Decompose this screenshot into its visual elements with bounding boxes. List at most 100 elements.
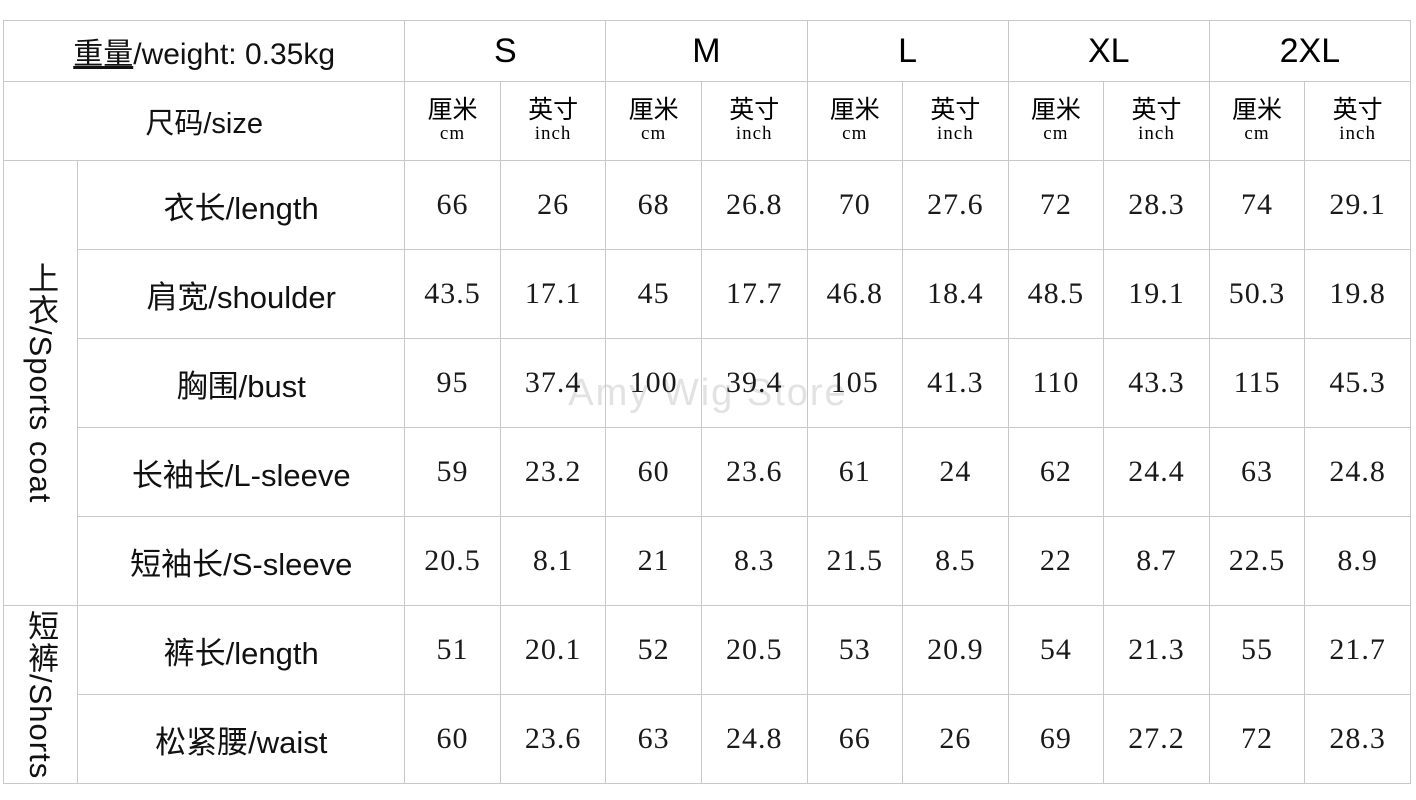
value-cell: 17.7 xyxy=(700,249,808,339)
value-cell: 50.3 xyxy=(1208,249,1306,339)
value-cell: 72 xyxy=(1007,160,1105,250)
value-cell: 74 xyxy=(1208,160,1306,250)
value-cell: 95 xyxy=(404,338,501,428)
size-header-m: M xyxy=(605,20,808,82)
value-cell: 41.3 xyxy=(902,338,1009,428)
value-cell: 8.1 xyxy=(499,516,607,606)
value-cell: 18.4 xyxy=(902,249,1009,339)
unit-cn-label: 厘米 xyxy=(1030,96,1081,124)
group-label-shorts: 短裤/Shorts xyxy=(2,605,79,784)
value-cell: 69 xyxy=(1007,694,1105,784)
value-cell: 29.1 xyxy=(1304,160,1411,250)
table-row: 短袖长/S-sleeve 20.5 8.1 21 8.3 21.5 8.5 22… xyxy=(4,516,1411,606)
unit-header-l-inch: 英寸 inch xyxy=(902,81,1009,161)
table-row: 松紧腰/waist 60 23.6 63 24.8 66 26 69 27.2 … xyxy=(4,694,1411,784)
value-cell: 26 xyxy=(902,694,1009,784)
unit-en-label: inch xyxy=(534,123,572,145)
value-cell: 110 xyxy=(1007,338,1105,428)
unit-en-label: cm xyxy=(1244,123,1270,145)
size-header-l: L xyxy=(806,20,1009,82)
unit-header-2xl-inch: 英寸 inch xyxy=(1304,81,1411,161)
unit-en-label: cm xyxy=(641,123,667,145)
unit-header-s-cm: 厘米 cm xyxy=(404,81,501,161)
value-cell: 20.9 xyxy=(902,605,1009,695)
measure-label: 胸围/bust xyxy=(77,338,406,428)
value-cell: 26 xyxy=(499,160,607,250)
value-cell: 46.8 xyxy=(806,249,904,339)
unit-cn-label: 厘米 xyxy=(427,96,478,124)
value-cell: 48.5 xyxy=(1007,249,1105,339)
unit-header-2xl-cm: 厘米 cm xyxy=(1208,81,1306,161)
value-cell: 59 xyxy=(404,427,501,517)
value-cell: 43.3 xyxy=(1103,338,1210,428)
unit-cn-label: 英寸 xyxy=(1131,96,1182,124)
table-header-row-units: 尺码/size 厘米 cm 英寸 inch 厘米 cm 英寸 inch 厘米 c… xyxy=(2,81,1411,161)
size-header-xl: XL xyxy=(1007,20,1210,82)
value-cell: 105 xyxy=(806,338,904,428)
value-cell: 19.8 xyxy=(1304,249,1411,339)
value-cell: 28.3 xyxy=(1304,694,1411,784)
value-cell: 21.7 xyxy=(1304,605,1411,695)
value-cell: 37.4 xyxy=(499,338,607,428)
value-cell: 20.5 xyxy=(700,605,808,695)
value-cell: 20.1 xyxy=(499,605,607,695)
value-cell: 51 xyxy=(404,605,501,695)
weight-label-cn: 重量 xyxy=(73,38,134,71)
table-row: 短裤/Shorts 裤长/length 51 20.1 52 20.5 53 2… xyxy=(2,605,1411,784)
value-cell: 23.6 xyxy=(499,694,607,784)
unit-header-l-cm: 厘米 cm xyxy=(806,81,904,161)
unit-en-label: inch xyxy=(1138,123,1175,145)
value-cell: 20.5 xyxy=(404,516,501,606)
unit-header-xl-cm: 厘米 cm xyxy=(1007,81,1105,161)
value-cell: 54 xyxy=(1007,605,1105,695)
value-cell: 24.4 xyxy=(1103,427,1210,517)
unit-header-m-inch: 英寸 inch xyxy=(700,81,808,161)
value-cell: 27.6 xyxy=(902,160,1009,250)
value-cell: 8.7 xyxy=(1103,516,1210,606)
size-chart-root: Amy Wig Store 重量/weight: 0.35kg S M L XL… xyxy=(0,0,1416,800)
unit-cn-label: 英寸 xyxy=(1332,96,1383,124)
value-cell: 8.3 xyxy=(700,516,808,606)
value-cell: 8.9 xyxy=(1304,516,1411,606)
value-cell: 62 xyxy=(1007,427,1105,517)
value-cell: 43.5 xyxy=(404,249,501,339)
value-cell: 24 xyxy=(902,427,1009,517)
value-cell: 45.3 xyxy=(1304,338,1411,428)
unit-cn-label: 英寸 xyxy=(528,96,579,124)
value-cell: 61 xyxy=(806,427,904,517)
value-cell: 22 xyxy=(1007,516,1105,606)
value-cell: 23.2 xyxy=(499,427,607,517)
value-cell: 55 xyxy=(1208,605,1306,695)
unit-en-label: cm xyxy=(439,123,466,145)
value-cell: 22.5 xyxy=(1208,516,1306,606)
unit-cn-label: 英寸 xyxy=(729,96,780,124)
measure-label: 长袖长/L-sleeve xyxy=(77,427,406,517)
value-cell: 28.3 xyxy=(1103,160,1210,250)
size-header-2xl: 2XL xyxy=(1208,20,1412,82)
value-cell: 72 xyxy=(1208,694,1306,784)
weight-label-rest: /weight: 0.35kg xyxy=(133,38,336,71)
value-cell: 21 xyxy=(605,516,702,606)
value-cell: 68 xyxy=(605,160,702,250)
unit-cn-label: 厘米 xyxy=(1232,96,1283,124)
value-cell: 60 xyxy=(605,427,702,517)
value-cell: 70 xyxy=(806,160,904,250)
unit-en-label: inch xyxy=(735,123,773,145)
unit-en-label: cm xyxy=(1043,123,1069,145)
value-cell: 24.8 xyxy=(700,694,808,784)
unit-header-xl-inch: 英寸 inch xyxy=(1103,81,1210,161)
value-cell: 39.4 xyxy=(700,338,808,428)
size-label-cell: 尺码/size xyxy=(2,81,406,161)
value-cell: 66 xyxy=(404,160,501,250)
unit-cn-label: 英寸 xyxy=(930,96,981,124)
table-row: 上衣/Sports coat 衣长/length 66 26 68 26.8 7… xyxy=(2,160,1411,606)
weight-cell: 重量/weight: 0.35kg xyxy=(2,20,406,82)
measure-label: 肩宽/shoulder xyxy=(77,249,406,339)
measure-label: 裤长/length xyxy=(77,605,406,695)
unit-en-label: inch xyxy=(1339,123,1376,145)
table-row: 胸围/bust 95 37.4 100 39.4 105 41.3 110 43… xyxy=(4,338,1411,428)
value-cell: 100 xyxy=(605,338,702,428)
value-cell: 45 xyxy=(605,249,702,339)
value-cell: 26.8 xyxy=(700,160,808,250)
size-header-s: S xyxy=(404,20,607,82)
